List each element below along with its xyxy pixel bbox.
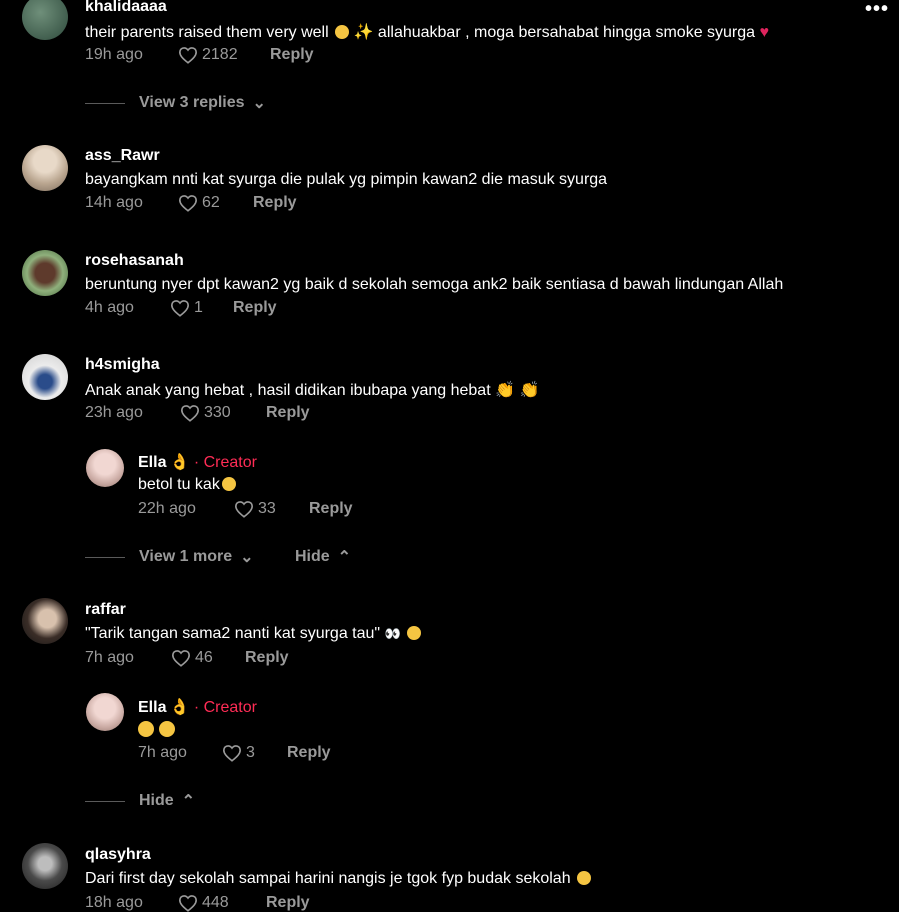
sad-face-emoji-icon <box>335 25 350 39</box>
chevron-down-icon: ⌄ <box>252 95 266 112</box>
reply-button[interactable]: Reply <box>245 649 289 667</box>
like-count: 2182 <box>202 46 238 63</box>
like-button[interactable]: 2182 <box>178 46 238 64</box>
heart-emoji-icon: ♥ <box>759 24 770 41</box>
more-options-icon[interactable]: ••• <box>865 0 889 21</box>
reply-button[interactable]: Reply <box>270 46 314 64</box>
creator-badge: · Creator <box>193 454 257 471</box>
comment-text: beruntung nyer dpt kawan2 yg baik d seko… <box>85 276 784 293</box>
reply-button[interactable]: Reply <box>253 194 297 212</box>
creator-badge: · Creator <box>193 699 257 716</box>
sparkles-emoji-icon: ✨ <box>353 24 374 41</box>
heart-icon <box>178 46 198 64</box>
reply-button[interactable]: Reply <box>266 404 310 422</box>
username[interactable]: ass_Rawr <box>85 147 160 165</box>
like-count: 448 <box>202 894 229 911</box>
waving-hand-emoji-icon: 👌 <box>169 454 190 471</box>
username[interactable]: Ella 👌 · Creator <box>138 697 257 717</box>
like-count: 33 <box>258 500 276 517</box>
divider <box>85 102 125 104</box>
timestamp: 22h ago <box>138 500 196 517</box>
heart-icon <box>178 894 198 912</box>
username[interactable]: khalidaaaa <box>85 0 167 16</box>
username[interactable]: rosehasanah <box>85 252 184 270</box>
timestamp: 14h ago <box>85 194 143 211</box>
like-count: 1 <box>194 299 203 316</box>
timestamp: 4h ago <box>85 299 134 316</box>
username[interactable]: raffar <box>85 601 126 619</box>
eyes-emoji-icon: 👀 <box>384 626 401 641</box>
username[interactable]: h4smigha <box>85 356 160 374</box>
view-more-replies-button[interactable]: View 1 more ⌄ <box>85 547 254 567</box>
divider <box>85 800 125 802</box>
hide-replies-button[interactable]: Hide ⌃ <box>85 791 195 811</box>
comment-text: bayangkam nnti kat syurga die pulak yg p… <box>85 171 608 188</box>
like-button[interactable]: 1 <box>170 299 203 317</box>
comment-text: Anak anak yang hebat , hasil didikan ibu… <box>85 382 540 399</box>
reply-button[interactable]: Reply <box>309 500 353 518</box>
comment-text: Dari first day sekolah sampai harini nan… <box>85 870 592 888</box>
like-count: 62 <box>202 194 220 211</box>
crying-face-emoji-icon <box>407 626 422 640</box>
chevron-up-icon: ⌃ <box>337 549 352 566</box>
sad-face-emoji-icon <box>159 721 175 737</box>
avatar[interactable] <box>22 598 68 644</box>
avatar[interactable] <box>22 354 68 400</box>
like-button[interactable]: 46 <box>171 649 213 667</box>
username[interactable]: Ella 👌 · Creator <box>138 452 257 472</box>
comment-text: their parents raised them very well ✨ al… <box>85 24 770 41</box>
heart-icon <box>170 299 190 317</box>
timestamp: 23h ago <box>85 404 143 421</box>
avatar[interactable] <box>86 693 124 731</box>
reply-button[interactable]: Reply <box>287 744 331 762</box>
avatar[interactable] <box>22 250 68 296</box>
comment-text: "Tarik tangan sama2 nanti kat syurga tau… <box>85 625 422 643</box>
avatar[interactable] <box>22 0 68 40</box>
like-count: 46 <box>195 649 213 666</box>
like-button[interactable]: 33 <box>234 500 276 518</box>
sad-face-emoji-icon <box>138 721 154 737</box>
reply-button[interactable]: Reply <box>233 299 277 317</box>
comment-text: betol tu kak <box>138 476 236 494</box>
like-button[interactable]: 62 <box>178 194 220 212</box>
like-count: 330 <box>204 404 231 421</box>
username[interactable]: qlasyhra <box>85 846 151 864</box>
timestamp: 7h ago <box>85 649 134 666</box>
heart-icon <box>222 744 242 762</box>
heart-icon <box>234 500 254 518</box>
crying-face-emoji-icon <box>577 871 592 885</box>
heart-icon <box>171 649 191 667</box>
chevron-up-icon: ⌃ <box>181 793 196 810</box>
comment-text <box>138 721 175 740</box>
timestamp: 18h ago <box>85 894 143 911</box>
chevron-down-icon: ⌄ <box>240 549 254 566</box>
avatar[interactable] <box>22 843 68 889</box>
heart-icon <box>178 194 198 212</box>
view-replies-button[interactable]: View 3 replies ⌄ <box>85 93 266 113</box>
reply-button[interactable]: Reply <box>266 894 310 912</box>
avatar[interactable] <box>86 449 124 487</box>
smile-emoji-icon <box>221 477 236 491</box>
divider <box>85 556 125 558</box>
timestamp: 19h ago <box>85 46 143 63</box>
clapping-hands-emoji-icon: 👏 👏 <box>495 382 540 399</box>
like-button[interactable]: 330 <box>180 404 231 422</box>
waving-hand-emoji-icon: 👌 <box>169 699 190 716</box>
avatar[interactable] <box>22 145 68 191</box>
hide-replies-button[interactable]: Hide ⌃ <box>295 547 351 567</box>
heart-icon <box>180 404 200 422</box>
timestamp: 7h ago <box>138 744 187 761</box>
like-count: 3 <box>246 744 255 761</box>
like-button[interactable]: 3 <box>222 744 255 762</box>
like-button[interactable]: 448 <box>178 894 229 912</box>
